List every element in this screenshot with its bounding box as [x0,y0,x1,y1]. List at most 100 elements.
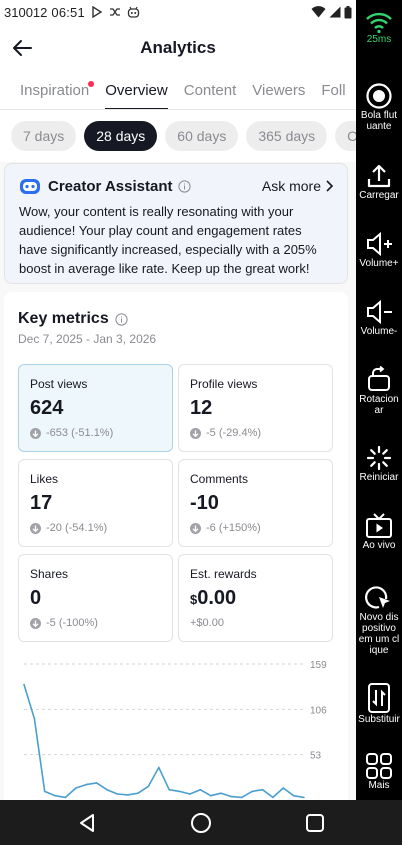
replace-button[interactable]: Substituir [356,682,402,725]
side-label: Carregar [359,190,399,201]
replace-icon [368,683,390,713]
restart-button[interactable]: Reiniciar [356,444,402,483]
tab-followers[interactable]: Foll [313,72,353,109]
metric-change: +$0.00 [190,617,321,629]
arrow-down-circle-icon [30,617,41,629]
assistant-message: Wow, your content is really resonating w… [19,204,317,276]
side-label: Novo dis positivo em um cl ique [358,612,400,656]
chart-data-point [95,782,98,784]
metric-likes[interactable]: Likes 17 -20 (-54.1%) [18,459,173,547]
range-chip-60-days[interactable]: 60 days [165,121,239,151]
ask-more-link[interactable]: Ask more [262,178,333,194]
tab-viewers[interactable]: Viewers [244,72,313,109]
date-range-selector: 7 days 28 days 60 days 365 days Cu [0,110,356,162]
restart-icon [366,445,392,471]
chart-data-point [292,794,295,797]
metric-shares[interactable]: Shares 0 -5 (-100%) [18,554,173,642]
chart-data-point [303,796,305,799]
new-device-icon [365,586,390,609]
chart-data-point [230,795,233,798]
rotate-button[interactable]: Rotacion ar [356,366,402,416]
metric-label: Est. rewards [190,567,257,581]
arrow-down-circle-icon [30,522,41,534]
chart-data-point [209,794,212,797]
side-label: Bola flut uante [360,110,398,132]
metric-change-text: -5 (-100%) [46,617,98,629]
wifi-icon [366,12,392,34]
range-chip-28-days[interactable]: 28 days [84,121,158,151]
chart-series-line [23,684,305,799]
status-bar: 310012 06:51 [0,0,356,24]
tab-inspiration[interactable]: Inspiration [12,72,97,109]
chart-y-tick-label: 53 [310,751,322,762]
info-icon[interactable] [115,312,128,326]
assistant-bot-icon [20,179,40,194]
volume-up-button[interactable]: Volume+ [356,230,402,269]
key-metrics-card: Key metrics Dec 7, 2025 - Jan 3, 2026 Po… [4,292,348,800]
metric-profile-views[interactable]: Profile views 12 -5 (-29.4%) [178,364,333,452]
tab-overview[interactable]: Overview [97,72,176,109]
chart-data-point [23,683,25,686]
more-grid-icon [366,753,392,779]
network-status: 25ms [356,10,402,45]
metric-change: -6 (+150%) [190,522,321,534]
creator-assistant-card: Creator Assistant Ask more Wow, your con… [4,163,348,284]
nav-recents-icon [306,813,324,832]
range-chip-7-days[interactable]: 7 days [11,121,77,151]
status-time: 06:51 [51,4,85,20]
metric-value: -10 [190,492,219,514]
metrics-date-range: Dec 7, 2025 - Jan 3, 2026 [18,332,157,346]
floating-ball-button[interactable]: Bola flut uante [356,82,402,132]
key-metrics-title: Key metrics [18,310,109,327]
chart-y-tick-label: 159 [310,660,327,671]
metric-post-views[interactable]: Post views 624 -653 (-51.1%) [18,364,173,452]
volume-down-button[interactable]: Volume- [356,298,402,337]
upload-button[interactable]: Carregar [356,162,402,201]
side-label: Reiniciar [359,472,399,483]
chart-data-point [272,796,274,799]
metric-est-rewards[interactable]: Est. rewards $0.00 +$0.00 [178,554,333,642]
arrow-down-circle-icon [30,427,41,439]
side-label: Substituir [358,714,400,725]
nav-recents-button[interactable] [295,803,335,843]
post-views-chart: 159 106 53 [4,654,348,800]
range-chip-custom[interactable]: Cu [335,121,356,151]
bot-status-icon [127,6,140,18]
metric-label: Shares [30,567,69,581]
nav-back-button[interactable] [67,803,107,843]
tab-label: Overview [105,82,168,99]
battery-icon [344,5,352,18]
range-chip-365-days[interactable]: 365 days [246,121,328,151]
notification-icons [91,6,140,19]
side-label: Ao vivo [362,540,396,551]
metric-label: Likes [30,472,59,486]
ping-label: 25ms [366,34,392,45]
system-nav-bar [0,800,402,845]
side-label: Volume+ [359,258,399,269]
chart-data-point [43,790,46,793]
new-device-button[interactable]: Novo dis positivo em um cl ique [356,582,402,656]
live-button[interactable]: Ao vivo [356,512,402,551]
metric-comments[interactable]: Comments -10 -6 (+150%) [178,459,333,547]
chart-data-point [116,793,119,795]
assistant-header: Creator Assistant Ask more [19,176,333,196]
tab-label: Foll [321,82,346,99]
ask-more-label: Ask more [261,178,321,194]
chart-data-point [220,792,222,794]
side-label: Rotacion ar [359,394,399,416]
tab-content[interactable]: Content [176,72,245,109]
chart-data-point [106,788,108,791]
upload-icon [367,164,391,188]
rotate-icon [368,366,390,391]
metric-value: 12 [190,397,213,419]
info-icon[interactable] [178,179,192,193]
nav-home-button[interactable] [181,803,221,843]
assistant-title: Creator Assistant [48,177,173,195]
side-label: Volume- [360,326,398,337]
nav-home-icon [191,812,211,833]
floating-tool-panel: 25ms Bola flut uante Carregar Volume+ Vo… [356,0,402,800]
metric-change: -20 (-54.1%) [30,522,161,534]
metric-label: Profile views [190,377,258,391]
signal-icon [329,6,341,18]
more-button[interactable]: Mais [356,752,402,791]
